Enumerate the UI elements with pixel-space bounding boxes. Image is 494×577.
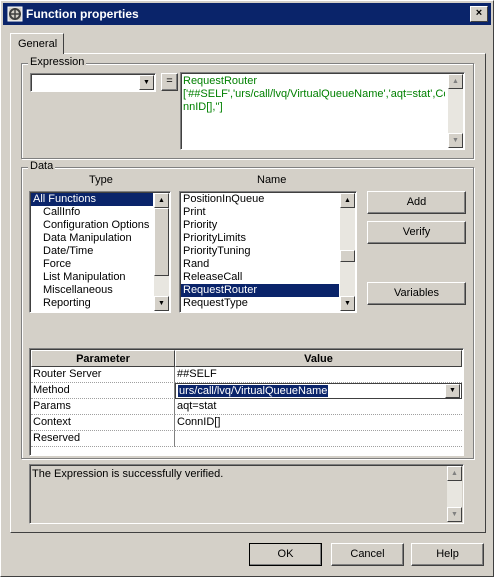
- window-title: Function properties: [26, 7, 139, 21]
- name-list[interactable]: PositionInQueue Print Priority PriorityLimi…: [179, 191, 357, 313]
- ok-button-label: OK: [277, 548, 294, 560]
- tab-general-label: General: [18, 38, 58, 50]
- arrow-up-icon: ▲: [158, 197, 165, 204]
- param-name-cell: Params: [31, 399, 175, 415]
- list-item[interactable]: Force: [31, 258, 153, 271]
- expression-combo[interactable]: ▼: [30, 73, 156, 92]
- list-item[interactable]: CallInfo: [31, 206, 153, 219]
- param-value-cell[interactable]: ##SELF: [175, 367, 462, 383]
- status-scrollbar[interactable]: ▲ ▼: [447, 466, 462, 522]
- arrow-up-icon: ▲: [451, 470, 458, 477]
- function-properties-dialog: Function properties × General Expression…: [0, 0, 494, 577]
- function-app-icon: [7, 6, 23, 22]
- close-button[interactable]: ×: [470, 6, 488, 22]
- name-list-scrollbar[interactable]: ▲ ▼: [340, 193, 355, 311]
- list-item[interactable]: Data Manipulation: [31, 232, 153, 245]
- list-item[interactable]: Rand: [181, 258, 339, 271]
- help-button-label: Help: [436, 548, 459, 560]
- help-button[interactable]: Help: [411, 543, 484, 566]
- chevron-down-icon: ▼: [449, 387, 456, 394]
- variables-button[interactable]: Variables: [367, 282, 466, 305]
- method-dropdown-button[interactable]: ▼: [445, 384, 460, 398]
- status-message: The Expression is successfully verified.: [32, 468, 224, 480]
- param-value-text: ConnID[]: [177, 416, 221, 428]
- data-group-label: Data: [28, 160, 56, 172]
- cancel-button-label: Cancel: [350, 548, 385, 560]
- scroll-up-button[interactable]: ▲: [448, 74, 463, 89]
- list-item[interactable]: Print: [181, 206, 339, 219]
- list-item[interactable]: Configuration Options: [31, 219, 153, 232]
- scroll-thumb[interactable]: [154, 208, 169, 276]
- parameter-header-label: Parameter: [76, 353, 130, 365]
- list-item[interactable]: PriorityTuning: [181, 245, 339, 258]
- scroll-up-button[interactable]: ▲: [447, 466, 462, 481]
- expression-text-line-3: nnID[],'']: [183, 101, 223, 113]
- list-item[interactable]: Date/Time: [31, 245, 153, 258]
- list-item[interactable]: PriorityLimits: [181, 232, 339, 245]
- type-list-scrollbar[interactable]: ▲ ▼: [154, 193, 169, 311]
- scroll-thumb[interactable]: [340, 250, 355, 262]
- cancel-button[interactable]: Cancel: [331, 543, 404, 566]
- scroll-down-button[interactable]: ▼: [447, 507, 462, 522]
- expression-combo-dropdown-button[interactable]: ▼: [139, 75, 154, 90]
- expression-textarea[interactable]: RequestRouter ['##SELF','urs/call/lvq/Vi…: [180, 72, 465, 150]
- list-item[interactable]: PositionInQueue: [181, 193, 339, 206]
- param-value-cell[interactable]: aqt=stat: [175, 399, 462, 415]
- list-item[interactable]: Miscellaneous: [31, 284, 153, 297]
- equals-label: =: [166, 75, 173, 87]
- value-column-header[interactable]: Value: [175, 350, 462, 367]
- scroll-down-button[interactable]: ▼: [448, 133, 463, 148]
- parameter-column-header[interactable]: Parameter: [31, 350, 175, 367]
- name-header: Name: [257, 174, 287, 186]
- add-button[interactable]: Add: [367, 191, 466, 214]
- expression-text-line-2: ['##SELF','urs/call/lvq/VirtualQueueName…: [183, 88, 445, 100]
- expression-group-label: Expression: [28, 56, 87, 68]
- list-item[interactable]: Priority: [181, 219, 339, 232]
- parameters-table[interactable]: Parameter Value Router Server ##SELF Metho…: [29, 348, 464, 456]
- arrow-down-icon: ▼: [452, 137, 459, 144]
- scroll-up-button[interactable]: ▲: [340, 193, 355, 208]
- list-item[interactable]: ReleaseCall: [181, 271, 339, 284]
- list-item[interactable]: RequestRouter: [181, 284, 339, 297]
- ok-button[interactable]: OK: [249, 543, 322, 566]
- arrow-down-icon: ▼: [451, 511, 458, 518]
- param-value-text: ##SELF: [177, 368, 217, 380]
- expression-scrollbar[interactable]: ▲ ▼: [448, 74, 463, 148]
- scroll-down-button[interactable]: ▼: [340, 296, 355, 311]
- param-value-cell[interactable]: urs/call/lvq/VirtualQueueName ▼: [175, 383, 462, 399]
- verify-button-label: Verify: [402, 226, 431, 238]
- arrow-down-icon: ▼: [344, 300, 351, 307]
- list-item[interactable]: All Functions: [31, 193, 153, 206]
- list-item[interactable]: RequestType: [181, 297, 339, 310]
- variables-button-label: Variables: [393, 287, 440, 299]
- param-name-cell: Router Server: [31, 367, 175, 383]
- type-list[interactable]: All Functions CallInfo Configuration Optio…: [29, 191, 171, 313]
- scroll-down-button[interactable]: ▼: [154, 296, 169, 311]
- param-value-text: urs/call/lvq/VirtualQueueName: [178, 385, 329, 397]
- type-header: Type: [89, 174, 113, 186]
- title-bar[interactable]: Function properties ×: [3, 3, 491, 25]
- value-header-label: Value: [304, 353, 333, 365]
- param-value-text: aqt=stat: [177, 400, 217, 412]
- arrow-up-icon: ▲: [452, 78, 459, 85]
- list-item[interactable]: List Manipulation: [31, 271, 153, 284]
- status-box: The Expression is successfully verified.…: [29, 464, 464, 524]
- close-icon: ×: [475, 7, 483, 19]
- add-button-label: Add: [406, 196, 427, 208]
- verify-button[interactable]: Verify: [367, 221, 466, 244]
- param-name-cell: Method: [31, 383, 175, 399]
- param-name-cell: Reserved: [31, 431, 175, 447]
- param-value-cell[interactable]: [175, 431, 462, 447]
- tab-general[interactable]: General: [10, 33, 64, 54]
- scroll-up-button[interactable]: ▲: [154, 193, 169, 208]
- expression-text-line-1: RequestRouter: [183, 75, 257, 87]
- chevron-down-icon: ▼: [143, 79, 150, 86]
- param-name-cell: Context: [31, 415, 175, 431]
- arrow-down-icon: ▼: [158, 300, 165, 307]
- arrow-up-icon: ▲: [344, 197, 351, 204]
- param-value-cell[interactable]: ConnID[]: [175, 415, 462, 431]
- equals-button[interactable]: =: [161, 73, 178, 91]
- list-item[interactable]: Reporting: [31, 297, 153, 310]
